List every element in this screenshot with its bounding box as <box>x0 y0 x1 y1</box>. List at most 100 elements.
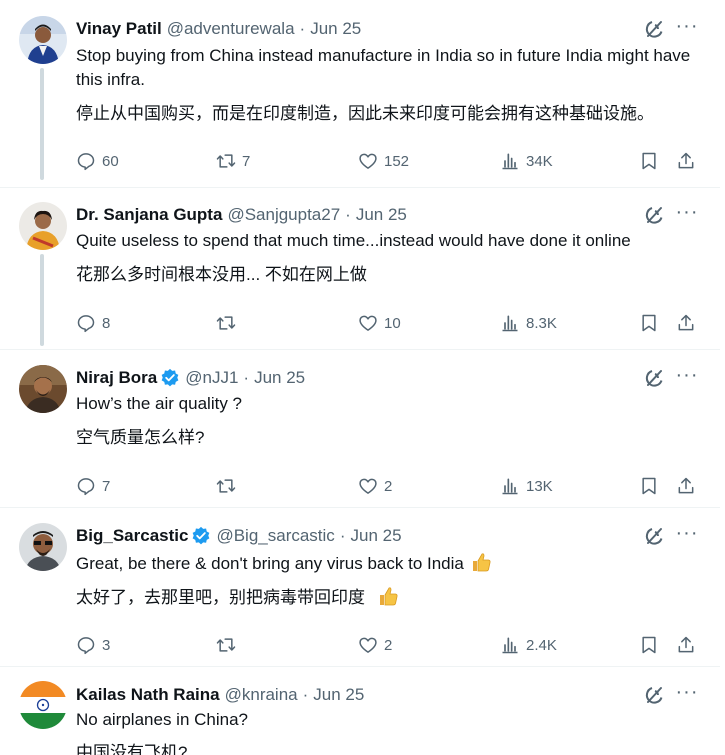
thread-line <box>40 254 44 346</box>
retweet-button[interactable] <box>216 475 242 497</box>
like-button[interactable]: 10 <box>358 312 401 334</box>
tweet[interactable]: Kailas Nath Raina @knraina · Jun 25 ··· … <box>0 667 720 755</box>
tweet-text: No airplanes in China? <box>76 710 248 729</box>
avatar[interactable] <box>19 16 67 64</box>
grok-icon[interactable] <box>643 525 665 547</box>
reply-count: 8 <box>102 314 111 332</box>
reply-button[interactable]: 7 <box>76 475 110 497</box>
like-button[interactable]: 152 <box>358 150 409 172</box>
like-icon <box>359 315 377 331</box>
tweet-actions: 8 10 8.3K <box>76 312 706 334</box>
tweet-text: Quite useless to spend that much time...… <box>76 231 631 250</box>
tweet-date[interactable]: Jun 25 <box>254 367 305 389</box>
reply-count: 7 <box>102 477 111 495</box>
tweet-translation-content: 太好了，去那里吧，别把病毒带回印度 <box>76 588 365 607</box>
tweet[interactable]: Dr. Sanjana Gupta @Sanjgupta27 · Jun 25 … <box>0 188 720 350</box>
author-name[interactable]: Big_Sarcastic <box>76 525 188 547</box>
share-button[interactable] <box>676 312 696 334</box>
verified-badge-icon <box>160 368 180 388</box>
like-button[interactable]: 2 <box>358 475 392 497</box>
bookmark-icon <box>642 314 656 332</box>
share-icon <box>678 636 694 653</box>
like-icon <box>359 153 377 169</box>
author-name[interactable]: Niraj Bora <box>76 367 157 389</box>
like-button[interactable]: 2 <box>358 634 392 656</box>
tweet-header: Kailas Nath Raina @knraina · Jun 25 <box>76 684 364 706</box>
avatar[interactable] <box>19 202 67 250</box>
tweet[interactable]: Big_Sarcastic @Big_sarcastic · Jun 25 ··… <box>0 508 720 667</box>
share-icon <box>678 477 694 494</box>
replies-feed: Vinay Patil @adventurewala · Jun 25 ··· … <box>0 0 720 755</box>
tweet-text: How’s the air quality ? <box>76 394 242 413</box>
bookmark-button[interactable] <box>639 150 659 172</box>
like-count: 2 <box>384 477 393 495</box>
like-icon <box>359 637 377 653</box>
more-options-icon[interactable]: ··· <box>673 523 701 547</box>
share-button[interactable] <box>676 150 696 172</box>
share-button[interactable] <box>676 634 696 656</box>
tweet-date[interactable]: Jun 25 <box>310 18 361 40</box>
retweet-button[interactable] <box>216 634 242 656</box>
author-handle[interactable]: @Big_sarcastic <box>216 525 334 547</box>
author-handle[interactable]: @Sanjgupta27 <box>227 204 340 226</box>
grok-icon[interactable] <box>643 684 665 706</box>
author-handle[interactable]: @nJJ1 <box>185 367 238 389</box>
more-options-icon[interactable]: ··· <box>673 365 701 389</box>
tweet[interactable]: Niraj Bora @nJJ1 · Jun 25 ··· How’s the … <box>0 350 720 508</box>
grok-icon[interactable] <box>643 204 665 226</box>
more-options-icon[interactable]: ··· <box>673 202 701 226</box>
tweet-text: Great, be there & don't bring any virus … <box>76 551 706 576</box>
retweet-icon <box>216 479 236 493</box>
bookmark-icon <box>642 636 656 654</box>
avatar[interactable] <box>19 365 67 413</box>
grok-icon[interactable] <box>643 367 665 389</box>
more-options-icon[interactable]: ··· <box>673 682 701 706</box>
like-count: 10 <box>384 314 401 332</box>
separator-dot: · <box>345 205 351 224</box>
share-icon <box>678 152 694 169</box>
grok-icon[interactable] <box>643 18 665 40</box>
views-button[interactable]: 13K <box>500 475 553 497</box>
tweet-date[interactable]: Jun 25 <box>350 525 401 547</box>
bookmark-button[interactable] <box>639 634 659 656</box>
tweet-date[interactable]: Jun 25 <box>356 204 407 226</box>
author-handle[interactable]: @adventurewala <box>167 18 295 40</box>
like-count: 2 <box>384 636 393 654</box>
view-count: 2.4K <box>526 636 557 654</box>
reply-button[interactable]: 60 <box>76 150 119 172</box>
author-handle[interactable]: @knraina <box>225 684 298 706</box>
bookmark-button[interactable] <box>639 312 659 334</box>
views-icon <box>502 478 518 495</box>
like-count: 152 <box>384 152 410 170</box>
retweet-button[interactable]: 7 <box>216 150 250 172</box>
tweet-actions: 3 2 2.4K <box>76 634 706 656</box>
more-options-icon[interactable]: ··· <box>673 16 701 40</box>
author-name[interactable]: Dr. Sanjana Gupta <box>76 204 222 226</box>
separator-dot: · <box>302 685 309 704</box>
reply-button[interactable]: 3 <box>76 634 110 656</box>
thumbs-up-emoji-icon <box>470 551 492 573</box>
tweet[interactable]: Vinay Patil @adventurewala · Jun 25 ··· … <box>0 0 720 188</box>
avatar[interactable] <box>19 523 67 571</box>
views-button[interactable]: 34K <box>500 150 553 172</box>
views-button[interactable]: 8.3K <box>500 312 557 334</box>
author-name[interactable]: Vinay Patil <box>76 18 162 40</box>
retweet-button[interactable] <box>216 312 242 334</box>
share-button[interactable] <box>676 475 696 497</box>
view-count: 8.3K <box>526 314 557 332</box>
view-count: 34K <box>526 152 553 170</box>
avatar[interactable] <box>19 681 67 729</box>
tweet-header: Vinay Patil @adventurewala · Jun 25 <box>76 18 361 40</box>
author-name[interactable]: Kailas Nath Raina <box>76 684 220 706</box>
thumbs-up-emoji-icon <box>377 585 399 607</box>
tweet-header: Dr. Sanjana Gupta @Sanjgupta27 · Jun 25 <box>76 204 407 226</box>
bookmark-icon <box>642 152 656 170</box>
tweet-translation: 太好了，去那里吧，别把病毒带回印度 <box>76 585 706 610</box>
tweet-date[interactable]: Jun 25 <box>313 684 364 706</box>
retweet-icon <box>216 316 236 330</box>
reply-button[interactable]: 8 <box>76 312 110 334</box>
views-button[interactable]: 2.4K <box>500 634 557 656</box>
tweet-header: Big_Sarcastic @Big_sarcastic · Jun 25 <box>76 525 402 547</box>
separator-dot: · <box>339 526 346 545</box>
bookmark-button[interactable] <box>639 475 659 497</box>
